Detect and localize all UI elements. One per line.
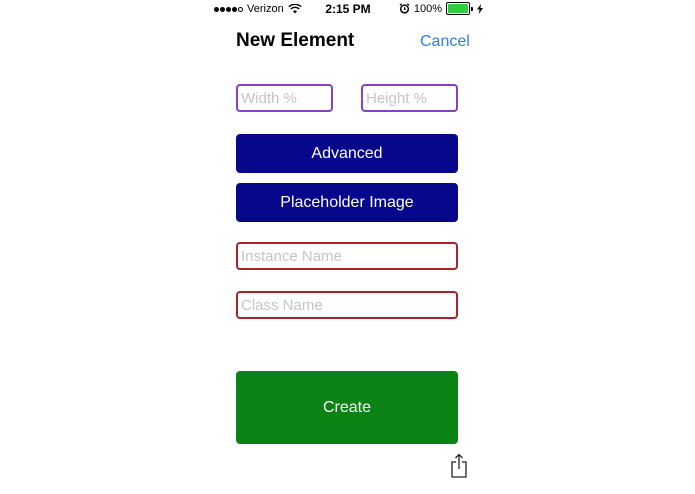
status-time: 2:15 PM xyxy=(325,2,371,16)
placeholder-image-button[interactable]: Placeholder Image xyxy=(236,183,458,222)
width-percent-field[interactable] xyxy=(236,84,333,112)
new-element-screen: Verizon 2:15 PM 100% New Element Cancel … xyxy=(0,0,695,494)
charging-bolt-icon xyxy=(477,3,483,14)
status-right: 100% xyxy=(399,2,483,15)
class-name-field[interactable] xyxy=(236,291,458,319)
height-percent-field[interactable] xyxy=(361,84,458,112)
page-title: New Element xyxy=(236,30,355,51)
advanced-button[interactable]: Advanced xyxy=(236,134,458,173)
status-bar: Verizon 2:15 PM 100% xyxy=(0,0,695,18)
alarm-icon xyxy=(399,3,410,14)
instance-name-field[interactable] xyxy=(236,242,458,270)
create-button[interactable]: Create xyxy=(236,371,458,444)
battery-icon xyxy=(446,2,473,15)
share-icon[interactable] xyxy=(449,453,469,478)
cancel-button[interactable]: Cancel xyxy=(420,33,470,51)
battery-percent: 100% xyxy=(413,2,442,15)
